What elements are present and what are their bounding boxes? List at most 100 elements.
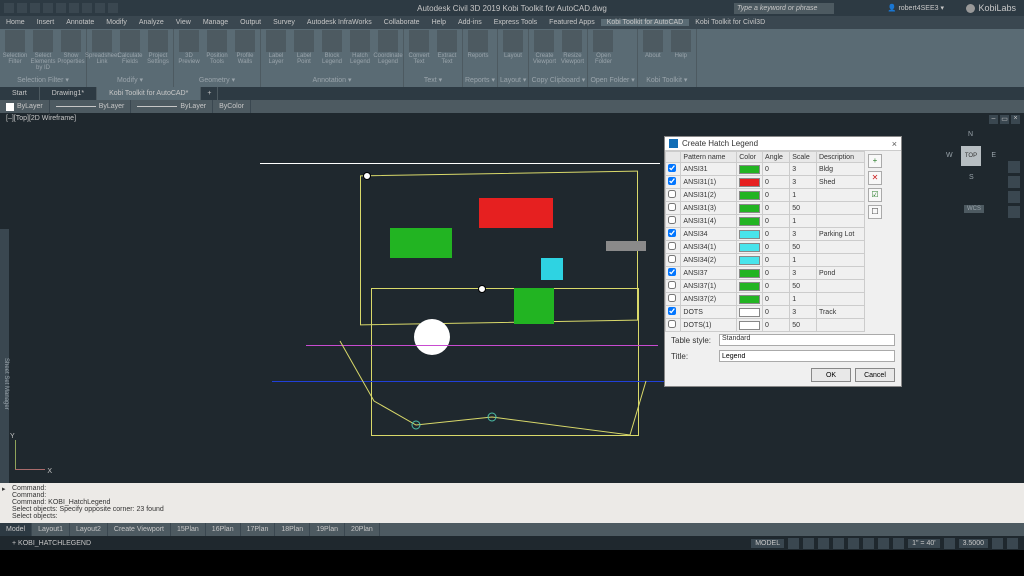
layout-tab[interactable]: 18Plan (275, 523, 310, 536)
ribbon-tab[interactable]: Express Tools (488, 19, 543, 26)
pattern-row[interactable]: DOTS 03Track (666, 306, 865, 319)
ribbon-tab[interactable]: Featured Apps (543, 19, 601, 26)
ribbon-button[interactable]: Hatch Legend (347, 30, 373, 76)
ribbon-button[interactable]: Resize Viewport (559, 30, 585, 76)
layout-tab[interactable]: Layout2 (70, 523, 108, 536)
pattern-row[interactable]: ANSI31(2) 01 (666, 189, 865, 202)
ribbon-tab[interactable]: Survey (267, 19, 301, 26)
row-checkbox[interactable] (668, 164, 676, 172)
dynucs-icon[interactable] (863, 538, 874, 549)
check-all-button[interactable]: ☑ (868, 188, 882, 202)
layout-tab[interactable]: 17Plan (241, 523, 276, 536)
ribbon-tab[interactable]: Modify (100, 19, 133, 26)
row-checkbox[interactable] (668, 177, 676, 185)
ribbon-tab[interactable]: Kobi Toolkit for Civil3D (689, 19, 771, 26)
ribbon-button[interactable]: Convert Text (406, 30, 432, 76)
ribbon-button[interactable]: Position Tools (204, 30, 230, 76)
ok-button[interactable]: OK (811, 368, 851, 382)
layout-tab[interactable]: Layout1 (32, 523, 70, 536)
layout-tab[interactable]: 19Plan (310, 523, 345, 536)
ribbon-button[interactable]: Block Legend (319, 30, 345, 76)
pattern-row[interactable]: ANSI37 03Pond (666, 267, 865, 280)
expand-icon[interactable] (992, 538, 1003, 549)
layout-tab[interactable]: Model (0, 523, 32, 536)
table-style-dropdown[interactable]: Standard (719, 334, 895, 346)
ribbon-button[interactable]: Extract Text (434, 30, 460, 76)
row-checkbox[interactable] (668, 216, 676, 224)
row-checkbox[interactable] (668, 307, 676, 315)
cancel-button[interactable]: Cancel (855, 368, 895, 382)
ribbon-button[interactable]: Project Settings (145, 30, 171, 76)
row-checkbox[interactable] (668, 203, 676, 211)
quick-access-toolbar[interactable] (0, 3, 122, 13)
gear2-icon[interactable] (944, 538, 955, 549)
close-icon[interactable]: × (892, 139, 897, 149)
layout-tabs[interactable]: ModelLayout1Layout2Create Viewport15Plan… (0, 523, 1024, 536)
nav-bar[interactable] (1008, 161, 1020, 218)
user-label[interactable]: 👤 robert4SEE3 ▾ (888, 4, 944, 12)
row-checkbox[interactable] (668, 190, 676, 198)
ribbon-tab[interactable]: View (170, 19, 197, 26)
pattern-row[interactable]: ANSI34 03Parking Lot (666, 228, 865, 241)
row-checkbox[interactable] (668, 294, 676, 302)
ribbon-button[interactable]: 3D Preview (176, 30, 202, 76)
title-input[interactable] (719, 350, 895, 362)
ribbon-tab[interactable]: Kobi Toolkit for AutoCAD (601, 19, 690, 26)
ribbon-button[interactable]: Spreadsheet Link (89, 30, 115, 76)
ribbon-button[interactable]: Create Viewport (531, 30, 557, 76)
menu-icon[interactable] (1007, 538, 1018, 549)
command-line[interactable]: ▸ Command:Command:Command: KOBI_HatchLeg… (0, 483, 1024, 523)
row-checkbox[interactable] (668, 281, 676, 289)
layout-tab[interactable]: Create Viewport (108, 523, 171, 536)
row-checkbox[interactable] (668, 320, 676, 328)
row-checkbox[interactable] (668, 268, 676, 276)
ribbon-button[interactable]: Show Properties (58, 30, 84, 76)
ribbon-tab[interactable]: Annotate (60, 19, 100, 26)
ribbon-button[interactable]: Calculate Fields (117, 30, 143, 76)
ribbon-button[interactable]: Select Elements by ID (30, 30, 56, 76)
pattern-row[interactable]: ANSI37(2) 01 (666, 293, 865, 306)
properties-bar[interactable]: ByLayer ByLayer ByLayer ByColor (0, 100, 1024, 113)
document-tabs[interactable]: StartDrawing1*Kobi Toolkit for AutoCAD*+ (0, 87, 1024, 100)
ribbon-tab[interactable]: Analyze (133, 19, 170, 26)
new-tab-button[interactable]: + (201, 87, 218, 100)
space-toggle[interactable]: MODEL (751, 539, 784, 548)
ribbon-button[interactable]: Label Point (291, 30, 317, 76)
person-icon[interactable] (893, 538, 904, 549)
pattern-row[interactable]: ANSI31(3) 050 (666, 202, 865, 215)
row-checkbox[interactable] (668, 242, 676, 250)
pattern-row[interactable]: ANSI34(2) 01 (666, 254, 865, 267)
ribbon-button[interactable]: About (640, 30, 666, 76)
pattern-row[interactable]: ANSI31 03Bldg (666, 163, 865, 176)
ribbon-tab[interactable]: Manage (197, 19, 234, 26)
ribbon-tab[interactable]: Insert (31, 19, 61, 26)
pattern-row[interactable]: DOTS(1) 050 (666, 319, 865, 332)
zoom-scale[interactable]: 3.5000 (959, 539, 988, 548)
ribbon-tab[interactable]: Autodesk InfraWorks (301, 19, 378, 26)
ribbon-tab[interactable]: Help (426, 19, 452, 26)
layout-tab[interactable]: 15Plan (171, 523, 206, 536)
ribbon-tab[interactable]: Collaborate (378, 19, 426, 26)
polar-icon[interactable] (833, 538, 844, 549)
status-bar[interactable]: + KOBI_HATCHLEGEND MODEL 1" = 40' 3.5000 (0, 536, 1024, 550)
pattern-table[interactable]: Pattern nameColorAngleScaleDescription A… (665, 151, 865, 332)
snap-icon[interactable] (803, 538, 814, 549)
pattern-row[interactable]: ANSI34(1) 050 (666, 241, 865, 254)
pattern-row[interactable]: ANSI31(1) 03Shed (666, 176, 865, 189)
document-tab[interactable]: Kobi Toolkit for AutoCAD* (97, 87, 201, 100)
document-tab[interactable]: Start (0, 87, 40, 100)
search-input[interactable]: Type a keyword or phrase (734, 3, 834, 14)
ribbon-button[interactable]: Layout (500, 30, 526, 76)
view-cube[interactable]: TOP NSEW (948, 133, 994, 179)
grid-icon[interactable] (788, 538, 799, 549)
layout-tab[interactable]: 16Plan (206, 523, 241, 536)
wcs-label[interactable]: WCS (964, 205, 984, 213)
ortho-icon[interactable] (818, 538, 829, 549)
ribbon-button[interactable]: Help (668, 30, 694, 76)
anno-scale[interactable]: 1" = 40' (908, 539, 939, 548)
ribbon-button[interactable]: Label Layer (263, 30, 289, 76)
uncheck-all-button[interactable]: ☐ (868, 205, 882, 219)
ribbon-button[interactable]: Reports (465, 30, 491, 76)
pattern-row[interactable]: ANSI37(1) 050 (666, 280, 865, 293)
document-tab[interactable]: Drawing1* (40, 87, 97, 100)
